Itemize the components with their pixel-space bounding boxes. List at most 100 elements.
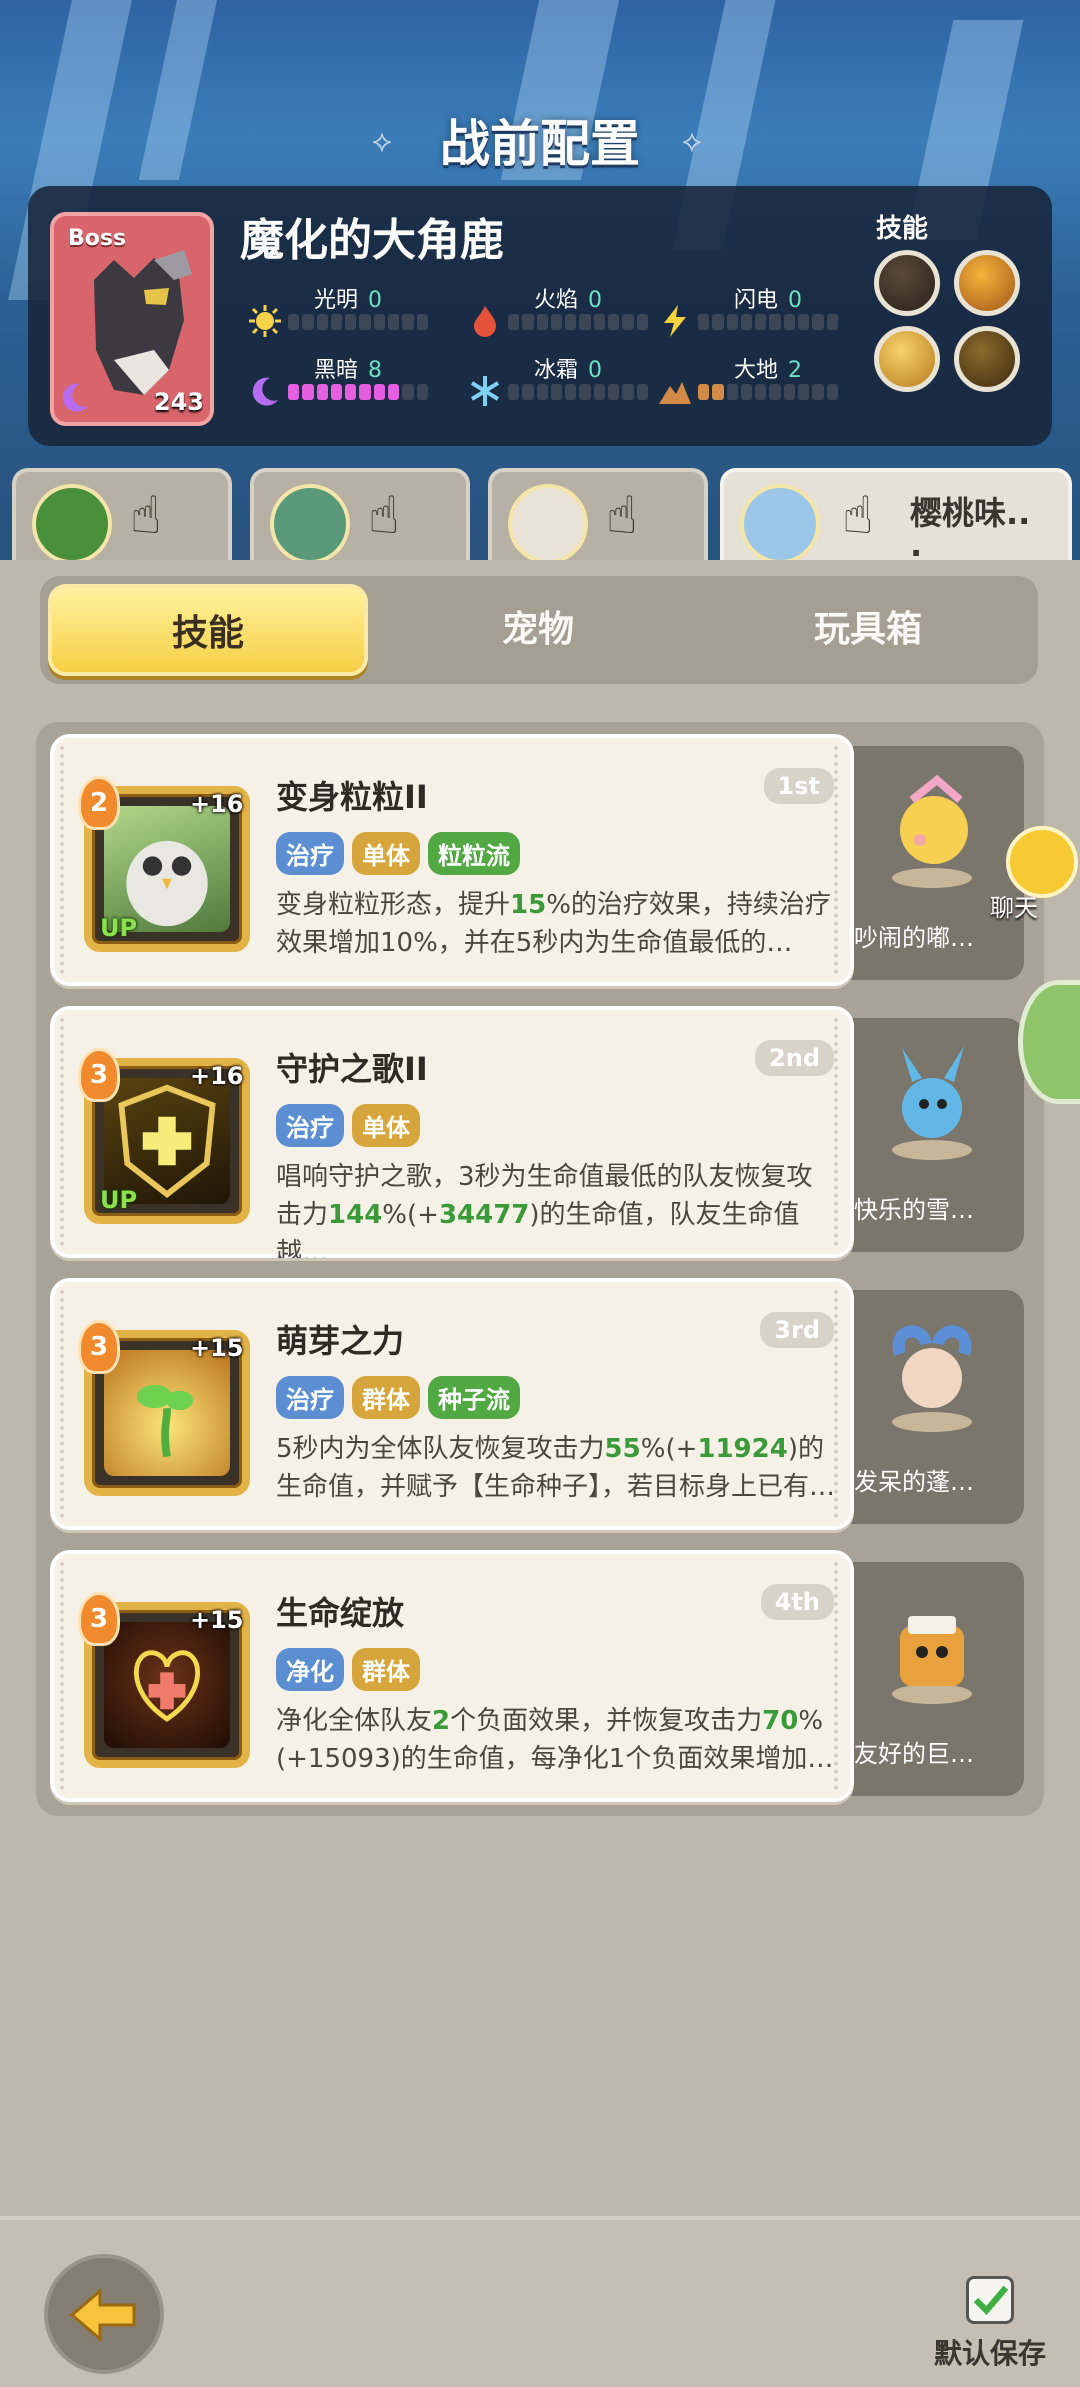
- element-dark-label: 黑暗: [314, 358, 359, 383]
- element-dark-bar: [288, 384, 428, 400]
- footer-bar: 默认保存: [0, 2216, 1080, 2387]
- boss-name: 魔化的大角鹿: [240, 215, 504, 266]
- skill-row: 吵闹的嘟… 2 +16 UP 变身粒粒II 1st 治疗 单体 粒粒流 变身粒粒…: [50, 734, 1028, 986]
- skill-row: 快乐的雪… 3 +16 UP 守护之歌II 2nd 治疗 单体 唱响守护之歌，3…: [50, 1006, 1028, 1258]
- deer-boss-icon: [94, 250, 192, 395]
- boss-skill-burst-icon[interactable]: [954, 250, 1020, 316]
- skill-card[interactable]: 3 +15 萌芽之力 3rd 治疗 群体 种子流 5秒内为全体队友恢复攻击力55…: [50, 1278, 854, 1530]
- golem-pet-icon: [892, 1616, 972, 1704]
- boss-skill-beast-icon[interactable]: [954, 326, 1020, 392]
- linked-pet[interactable]: 快乐的雪…: [844, 1018, 1024, 1252]
- linked-pet-name: 友好的巨…: [854, 1740, 974, 1768]
- mountain-icon: [659, 382, 691, 404]
- pet-avatar-icon: [270, 484, 350, 564]
- boss-skill-dragon-icon[interactable]: [874, 250, 940, 316]
- party-slot-4[interactable]: ☝ 樱桃味.. .: [720, 468, 1072, 568]
- back-button[interactable]: [44, 2254, 164, 2374]
- skill-description: 变身粒粒形态，提升15%的治疗效果，持续治疗效果增加10%，并在5秒内为生命值最…: [276, 890, 831, 958]
- element-fire-label: 火焰: [534, 288, 579, 313]
- default-save-checkbox[interactable]: [966, 2276, 1014, 2324]
- element-lightning-value: 0: [788, 288, 803, 313]
- element-lightning-bar: [698, 314, 838, 330]
- fire-icon: [474, 306, 496, 337]
- skill-description: 5秒内为全体队友恢复攻击力55%(+11924)的生命值，并赋予【生命种子】，若…: [276, 1434, 836, 1502]
- skill-tag: 群体: [352, 1376, 420, 1419]
- element-light-value: 0: [368, 288, 383, 313]
- pet-avatar-icon: [32, 484, 112, 564]
- boss-tag: Boss: [68, 226, 127, 251]
- skill-level-badge: 3: [78, 1320, 120, 1374]
- page-title: 战前配置: [440, 115, 640, 173]
- element-lightning-label: 闪电: [734, 288, 779, 313]
- skill-tag: 粒粒流: [428, 832, 520, 875]
- pet-avatar-icon: [740, 484, 820, 564]
- skill-tags: 治疗 群体 种子流: [276, 1376, 520, 1419]
- linked-pet[interactable]: 吵闹的嘟…: [844, 746, 1024, 980]
- skill-description: 净化全体队友2个负面效果，并恢复攻击力70%(+15093)的生命值，每净化1个…: [276, 1706, 834, 1774]
- element-frost-bar: [508, 384, 648, 400]
- element-dark-value: 8: [368, 358, 383, 383]
- skill-up-label: UP: [100, 1186, 138, 1214]
- sun-icon: [249, 305, 281, 337]
- element-fire-bar: [508, 314, 648, 330]
- default-save-label: 默认保存: [934, 2337, 1047, 2370]
- tab-toybox[interactable]: 玩具箱: [708, 584, 1028, 676]
- linked-pet[interactable]: 发呆的蓬…: [844, 1290, 1024, 1524]
- skill-tag: 净化: [276, 1648, 344, 1691]
- pet-avatar-icon: [508, 484, 588, 564]
- sprout-skill-icon: [104, 1350, 230, 1476]
- skill-name: 变身粒粒II: [276, 778, 428, 816]
- boss-info-panel: Boss 243 魔化的大角鹿 光明 0 火焰 0 闪电 0 黑暗 8 冰霜 0…: [28, 186, 1052, 446]
- element-light-bar: [288, 314, 428, 330]
- party-slot-name: 樱桃味..: [910, 494, 1031, 532]
- tab-skills[interactable]: 技能: [48, 584, 368, 676]
- party-slot-name-tail: .: [910, 526, 923, 564]
- skill-tags: 净化 群体: [276, 1648, 420, 1691]
- skill-tag: 种子流: [428, 1376, 520, 1419]
- boss-portrait[interactable]: Boss 243: [50, 212, 214, 426]
- back-arrow-icon: [69, 2288, 136, 2342]
- party-slot-2[interactable]: ☝: [250, 468, 470, 568]
- skill-level-badge: 2: [78, 776, 120, 830]
- skill-bonus: +15: [190, 1334, 244, 1362]
- skill-tags: 治疗 单体: [276, 1104, 420, 1147]
- skill-tag: 单体: [352, 832, 420, 875]
- skill-tag: 治疗: [276, 1376, 344, 1419]
- lightning-icon: [664, 305, 686, 337]
- tab-pets[interactable]: 宠物: [378, 584, 698, 676]
- boss-skill-lion-icon[interactable]: [874, 326, 940, 392]
- skill-bonus: +15: [190, 1606, 244, 1634]
- boss-level: 243: [153, 388, 204, 416]
- linked-pet-name: 快乐的雪…: [854, 1196, 974, 1224]
- skill-rank: 2nd: [755, 1040, 834, 1076]
- linked-pet[interactable]: 友好的巨…: [844, 1562, 1024, 1796]
- tap-hand-icon: ☝: [368, 486, 400, 546]
- party-slot-1[interactable]: ☝: [12, 468, 232, 568]
- linked-pet-name: 发呆的蓬…: [854, 1468, 974, 1496]
- linked-pet-name: 吵闹的嘟…: [854, 924, 974, 952]
- skill-card[interactable]: 3 +16 UP 守护之歌II 2nd 治疗 单体 唱响守护之歌，3秒为生命值最…: [50, 1006, 854, 1258]
- skill-level-badge: 3: [78, 1592, 120, 1646]
- element-earth-value: 2: [788, 358, 803, 383]
- skill-bonus: +16: [190, 790, 244, 818]
- sheep-pet-icon: [892, 1325, 972, 1432]
- skill-row: 友好的巨… 3 +15 生命绽放 4th 净化 群体 净化全体队友2个负面效果，…: [50, 1550, 1028, 1802]
- skill-tag: 群体: [352, 1648, 420, 1691]
- dark-moon-icon: [62, 383, 88, 412]
- tap-hand-icon: ☝: [130, 486, 162, 546]
- skill-level-badge: 3: [78, 1048, 120, 1102]
- skill-name: 守护之歌II: [276, 1050, 428, 1088]
- element-earth-label: 大地: [734, 358, 779, 383]
- skill-description: 唱响守护之歌，3秒为生命值最低的队友恢复攻击力144%(+34477)的生命值，…: [276, 1162, 813, 1258]
- skill-up-label: UP: [100, 914, 138, 942]
- element-earth-bar: [698, 384, 838, 400]
- skill-card[interactable]: 3 +15 生命绽放 4th 净化 群体 净化全体队友2个负面效果，并恢复攻击力…: [50, 1550, 854, 1802]
- boss-skills-label: 技能: [876, 214, 929, 244]
- skill-card[interactable]: 2 +16 UP 变身粒粒II 1st 治疗 单体 粒粒流 变身粒粒形态，提升1…: [50, 734, 854, 986]
- skill-bonus: +16: [190, 1062, 244, 1090]
- skill-tags: 治疗 单体 粒粒流: [276, 832, 520, 875]
- skill-rank: 1st: [763, 768, 834, 804]
- category-tabs: 技能 宠物 玩具箱: [40, 576, 1038, 684]
- skill-rank: 4th: [760, 1584, 834, 1620]
- party-slot-3[interactable]: ☝: [488, 468, 708, 568]
